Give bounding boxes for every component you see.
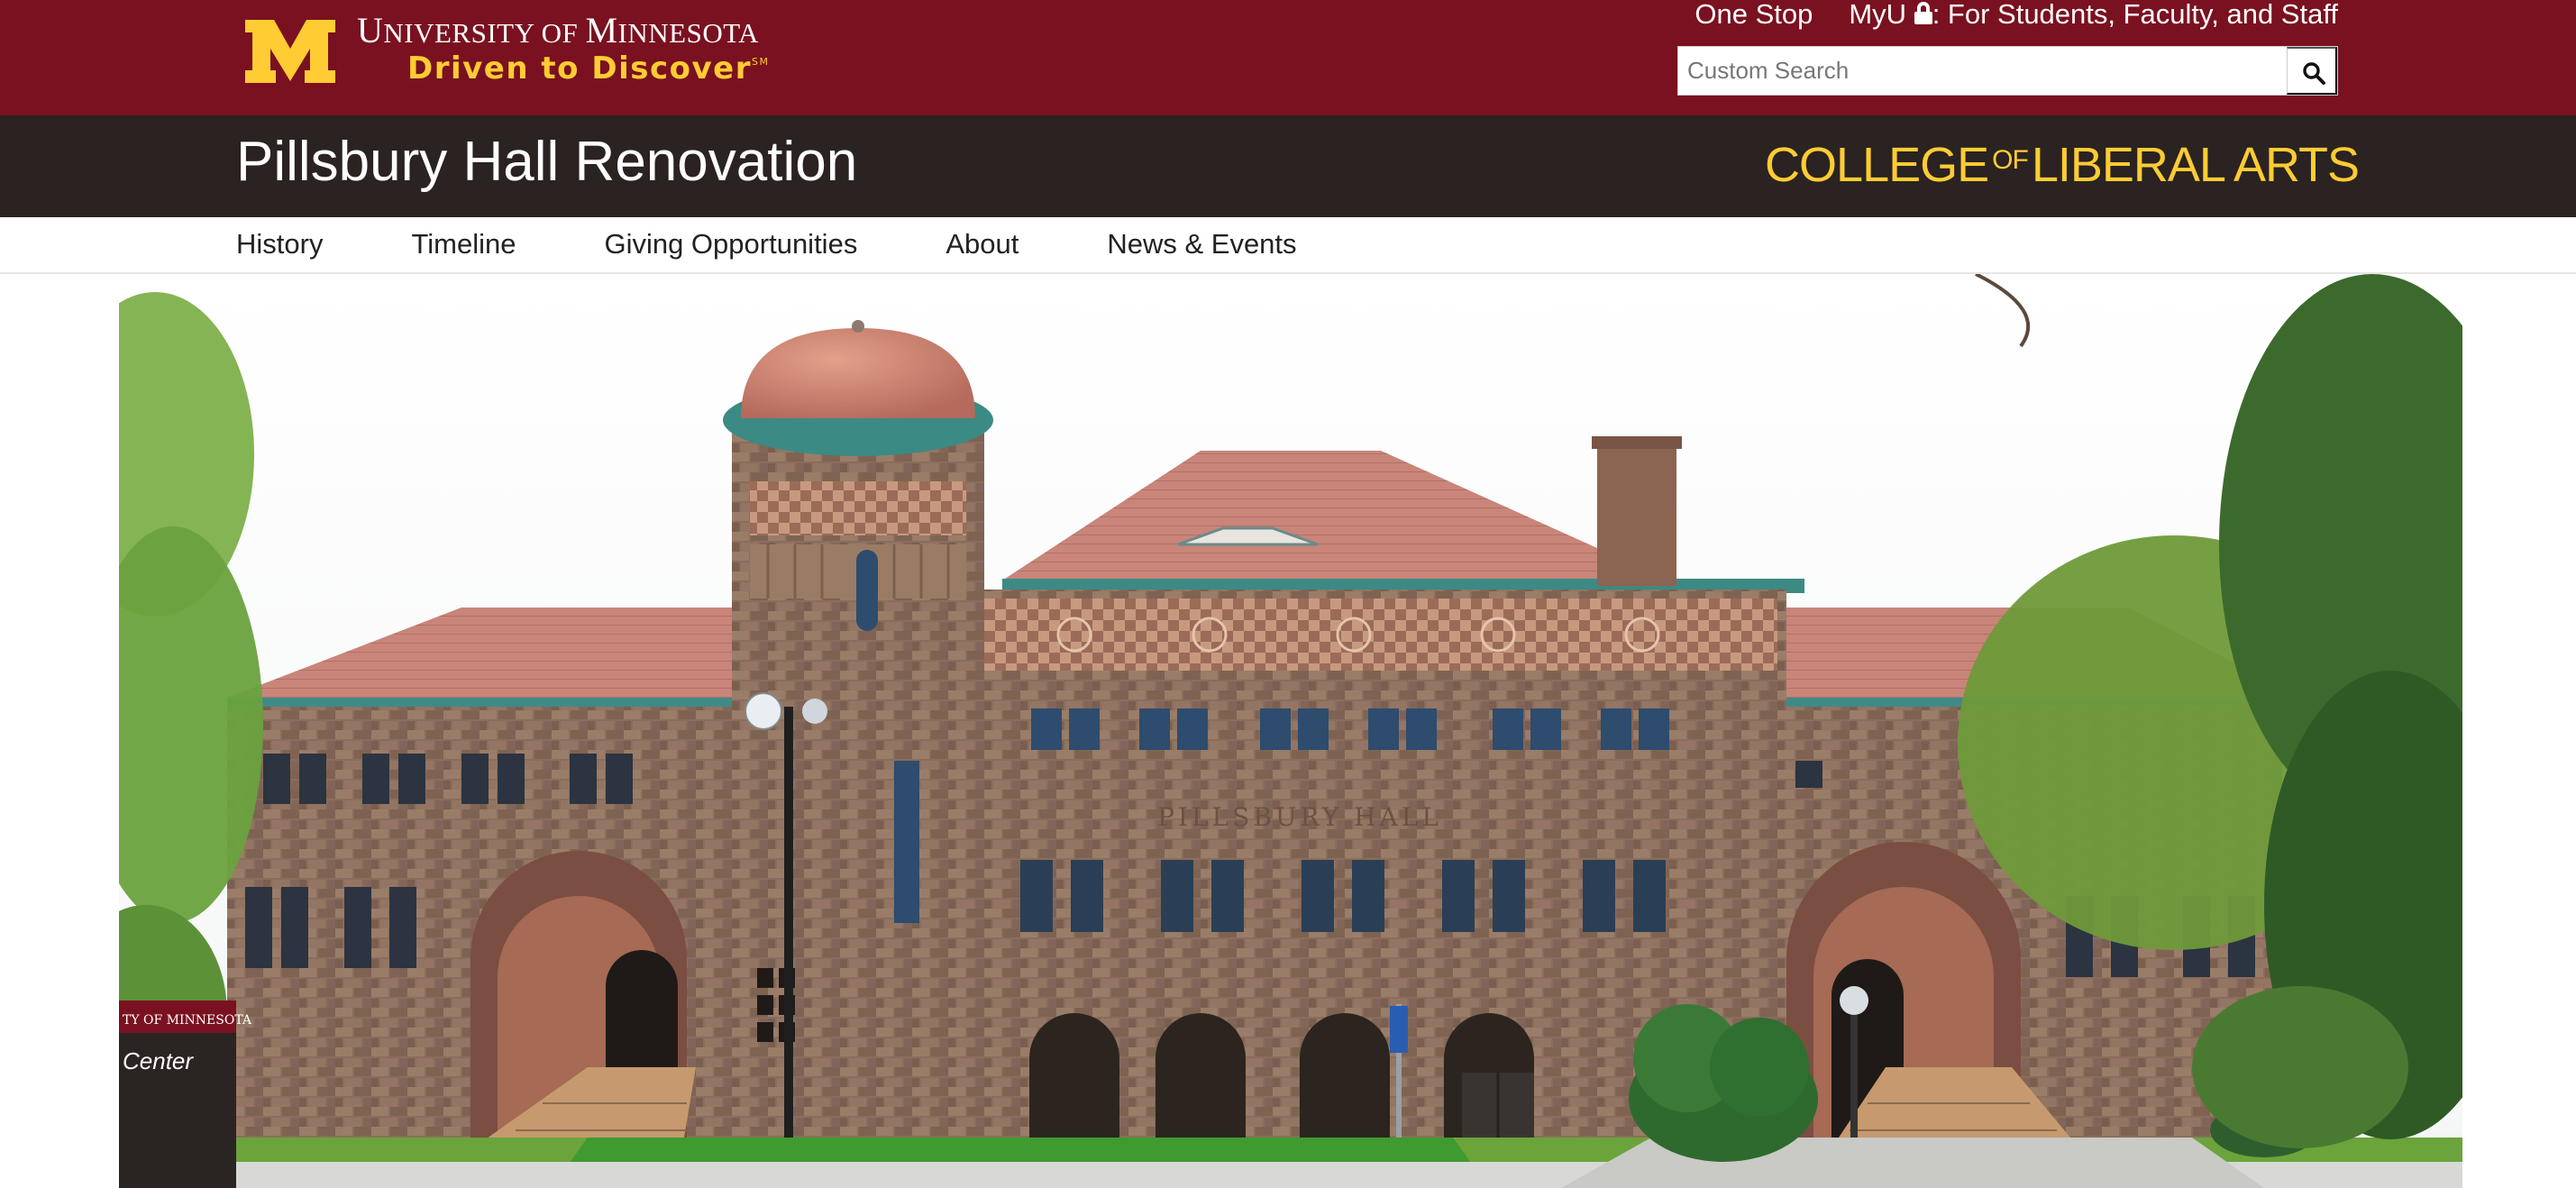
campus-sign-text: Center [123, 1047, 194, 1074]
service-mark: SM [751, 56, 770, 68]
wordmark-cap-u: U [357, 10, 384, 50]
college-of-liberal-arts-logo[interactable]: COLLEGE OFLIBERAL ARTS [1765, 137, 2360, 193]
nav-link-giving-opportunities[interactable]: Giving Opportunities [604, 228, 857, 260]
university-wordmark: UNIVERSITY OF MINNESOTA [357, 9, 759, 51]
utility-links: One Stop MyU : For Students, Faculty, an… [1694, 0, 2338, 31]
nav-item-history: History [236, 228, 323, 260]
university-tagline: Driven to DiscoverSM [407, 50, 769, 87]
tagline-text: Driven to Discover [407, 50, 752, 87]
cla-of: OF [1992, 145, 2029, 175]
search-icon [2303, 62, 2325, 85]
myu-suffix: : For Students, Faculty, and Staff [1932, 0, 2338, 30]
nav-link-history[interactable]: History [236, 228, 323, 260]
wordmark-rest-2: INNESOTA [617, 17, 760, 49]
university-header: UNIVERSITY OF MINNESOTA Driven to Discov… [0, 0, 2576, 115]
search-button[interactable] [2287, 47, 2337, 95]
cla-liberal-arts: LIBERAL ARTS [2031, 138, 2360, 192]
nav-item-about: About [945, 228, 1019, 260]
main-navigation: History Timeline Giving Opportunities Ab… [0, 217, 2576, 274]
nav-link-about[interactable]: About [945, 228, 1019, 260]
wordmark-rest-1: NIVERSITY OF [383, 17, 586, 49]
nav-link-timeline[interactable]: Timeline [411, 228, 516, 260]
one-stop-link[interactable]: One Stop [1694, 0, 1813, 31]
myu-label: MyU [1849, 0, 1907, 30]
umn-m-logo-icon [245, 20, 335, 83]
wordmark-cap-m: M [585, 10, 618, 50]
nav-item-giving: Giving Opportunities [604, 228, 857, 260]
campus-sign-header: TY OF MINNESOTA [123, 1013, 252, 1028]
cla-college: COLLEGE [1765, 138, 1989, 192]
nav-item-timeline: Timeline [411, 228, 516, 260]
site-title[interactable]: Pillsbury Hall Renovation [236, 130, 857, 194]
search-form [1677, 46, 2338, 96]
hero-image: PILLSBURY HALL TY OF MINNESOTA Center [119, 274, 2462, 1188]
myu-link[interactable]: MyU : For Students, Faculty, and Staff [1849, 0, 2338, 31]
building-inscription: PILLSBURY HALL [1157, 802, 1442, 832]
nav-list: History Timeline Giving Opportunities Ab… [236, 228, 1297, 260]
search-input[interactable] [1678, 47, 2288, 95]
site-header: Pillsbury Hall Renovation COLLEGE OFLIBER… [0, 115, 2576, 217]
nav-item-news: News & Events [1107, 228, 1296, 260]
nav-link-news-events[interactable]: News & Events [1107, 228, 1296, 260]
lock-icon [1914, 2, 1932, 25]
pillsbury-hall-photo: PILLSBURY HALL TY OF MINNESOTA Center [119, 274, 2462, 1188]
